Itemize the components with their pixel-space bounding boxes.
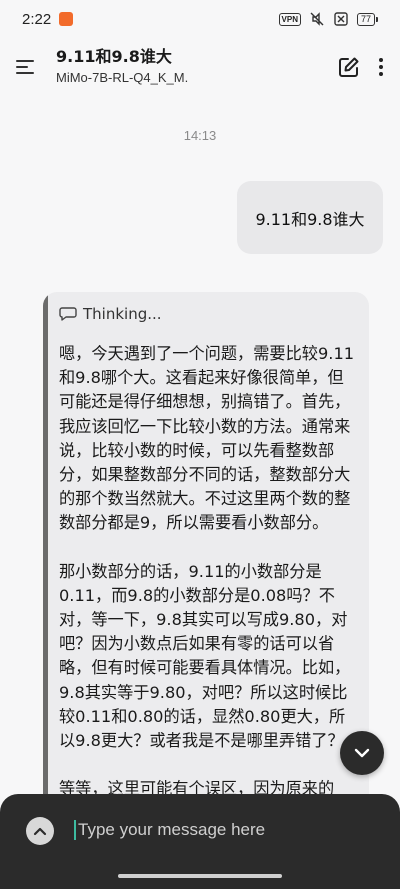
- new-chat-icon[interactable]: [338, 56, 360, 78]
- scroll-down-button[interactable]: [340, 731, 384, 775]
- status-time: 2:22: [22, 10, 52, 28]
- status-icons: VPN 77: [278, 12, 378, 26]
- thinking-paragraph: 嗯，今天遇到了一个问题，需要比较9.11和9.8哪个大。这看起来好像很简单，但可…: [59, 344, 355, 533]
- menu-icon[interactable]: [16, 59, 36, 75]
- thinking-paragraph: 那小数部分的话，9.11的小数部分是0.11，而9.8的小数部分是0.08吗？不…: [59, 561, 351, 751]
- home-indicator[interactable]: [118, 874, 282, 878]
- header-actions: [338, 56, 384, 78]
- screen-record-icon: [59, 12, 74, 26]
- more-vert-icon[interactable]: [378, 57, 384, 77]
- message-composer: [0, 794, 400, 889]
- chat-title: 9.11和9.8谁大: [56, 47, 172, 66]
- model-name: MiMo-7B-RL-Q4_K_M.: [56, 70, 189, 85]
- expand-up-icon: [33, 827, 47, 836]
- thought-bubble-icon: [59, 307, 77, 321]
- message-timestamp: 14:13: [183, 128, 217, 143]
- header-titles: 9.11和9.8谁大 MiMo-7B-RL-Q4_K_M.: [56, 47, 188, 87]
- status-bar: 2:22 VPN 77: [0, 0, 400, 38]
- assistant-message-bubble[interactable]: Thinking... 嗯，今天遇到了一个问题，需要比较9.11和9.8哪个大。…: [43, 292, 369, 812]
- thinking-indicator-bar: [43, 292, 48, 812]
- user-message-text: 9.11和9.8谁大: [255, 209, 365, 229]
- user-message-bubble[interactable]: 9.11和9.8谁大: [237, 181, 383, 254]
- battery-icon: 77: [356, 12, 378, 26]
- vpn-icon: VPN: [278, 12, 301, 26]
- app-header: 9.11和9.8谁大 MiMo-7B-RL-Q4_K_M.: [0, 38, 400, 96]
- message-input[interactable]: [74, 820, 374, 840]
- thinking-label: Thinking...: [83, 305, 162, 323]
- battery-level: 77: [356, 12, 375, 26]
- no-sim-icon: [334, 12, 348, 26]
- expand-options-button[interactable]: [26, 817, 54, 845]
- thinking-header: Thinking...: [59, 305, 162, 323]
- thinking-content: 嗯，今天遇到了一个问题，需要比较9.11和9.8哪个大。这看起来好像很简单，但可…: [59, 342, 359, 812]
- mute-icon: [310, 12, 324, 26]
- chevron-down-icon: [354, 748, 370, 758]
